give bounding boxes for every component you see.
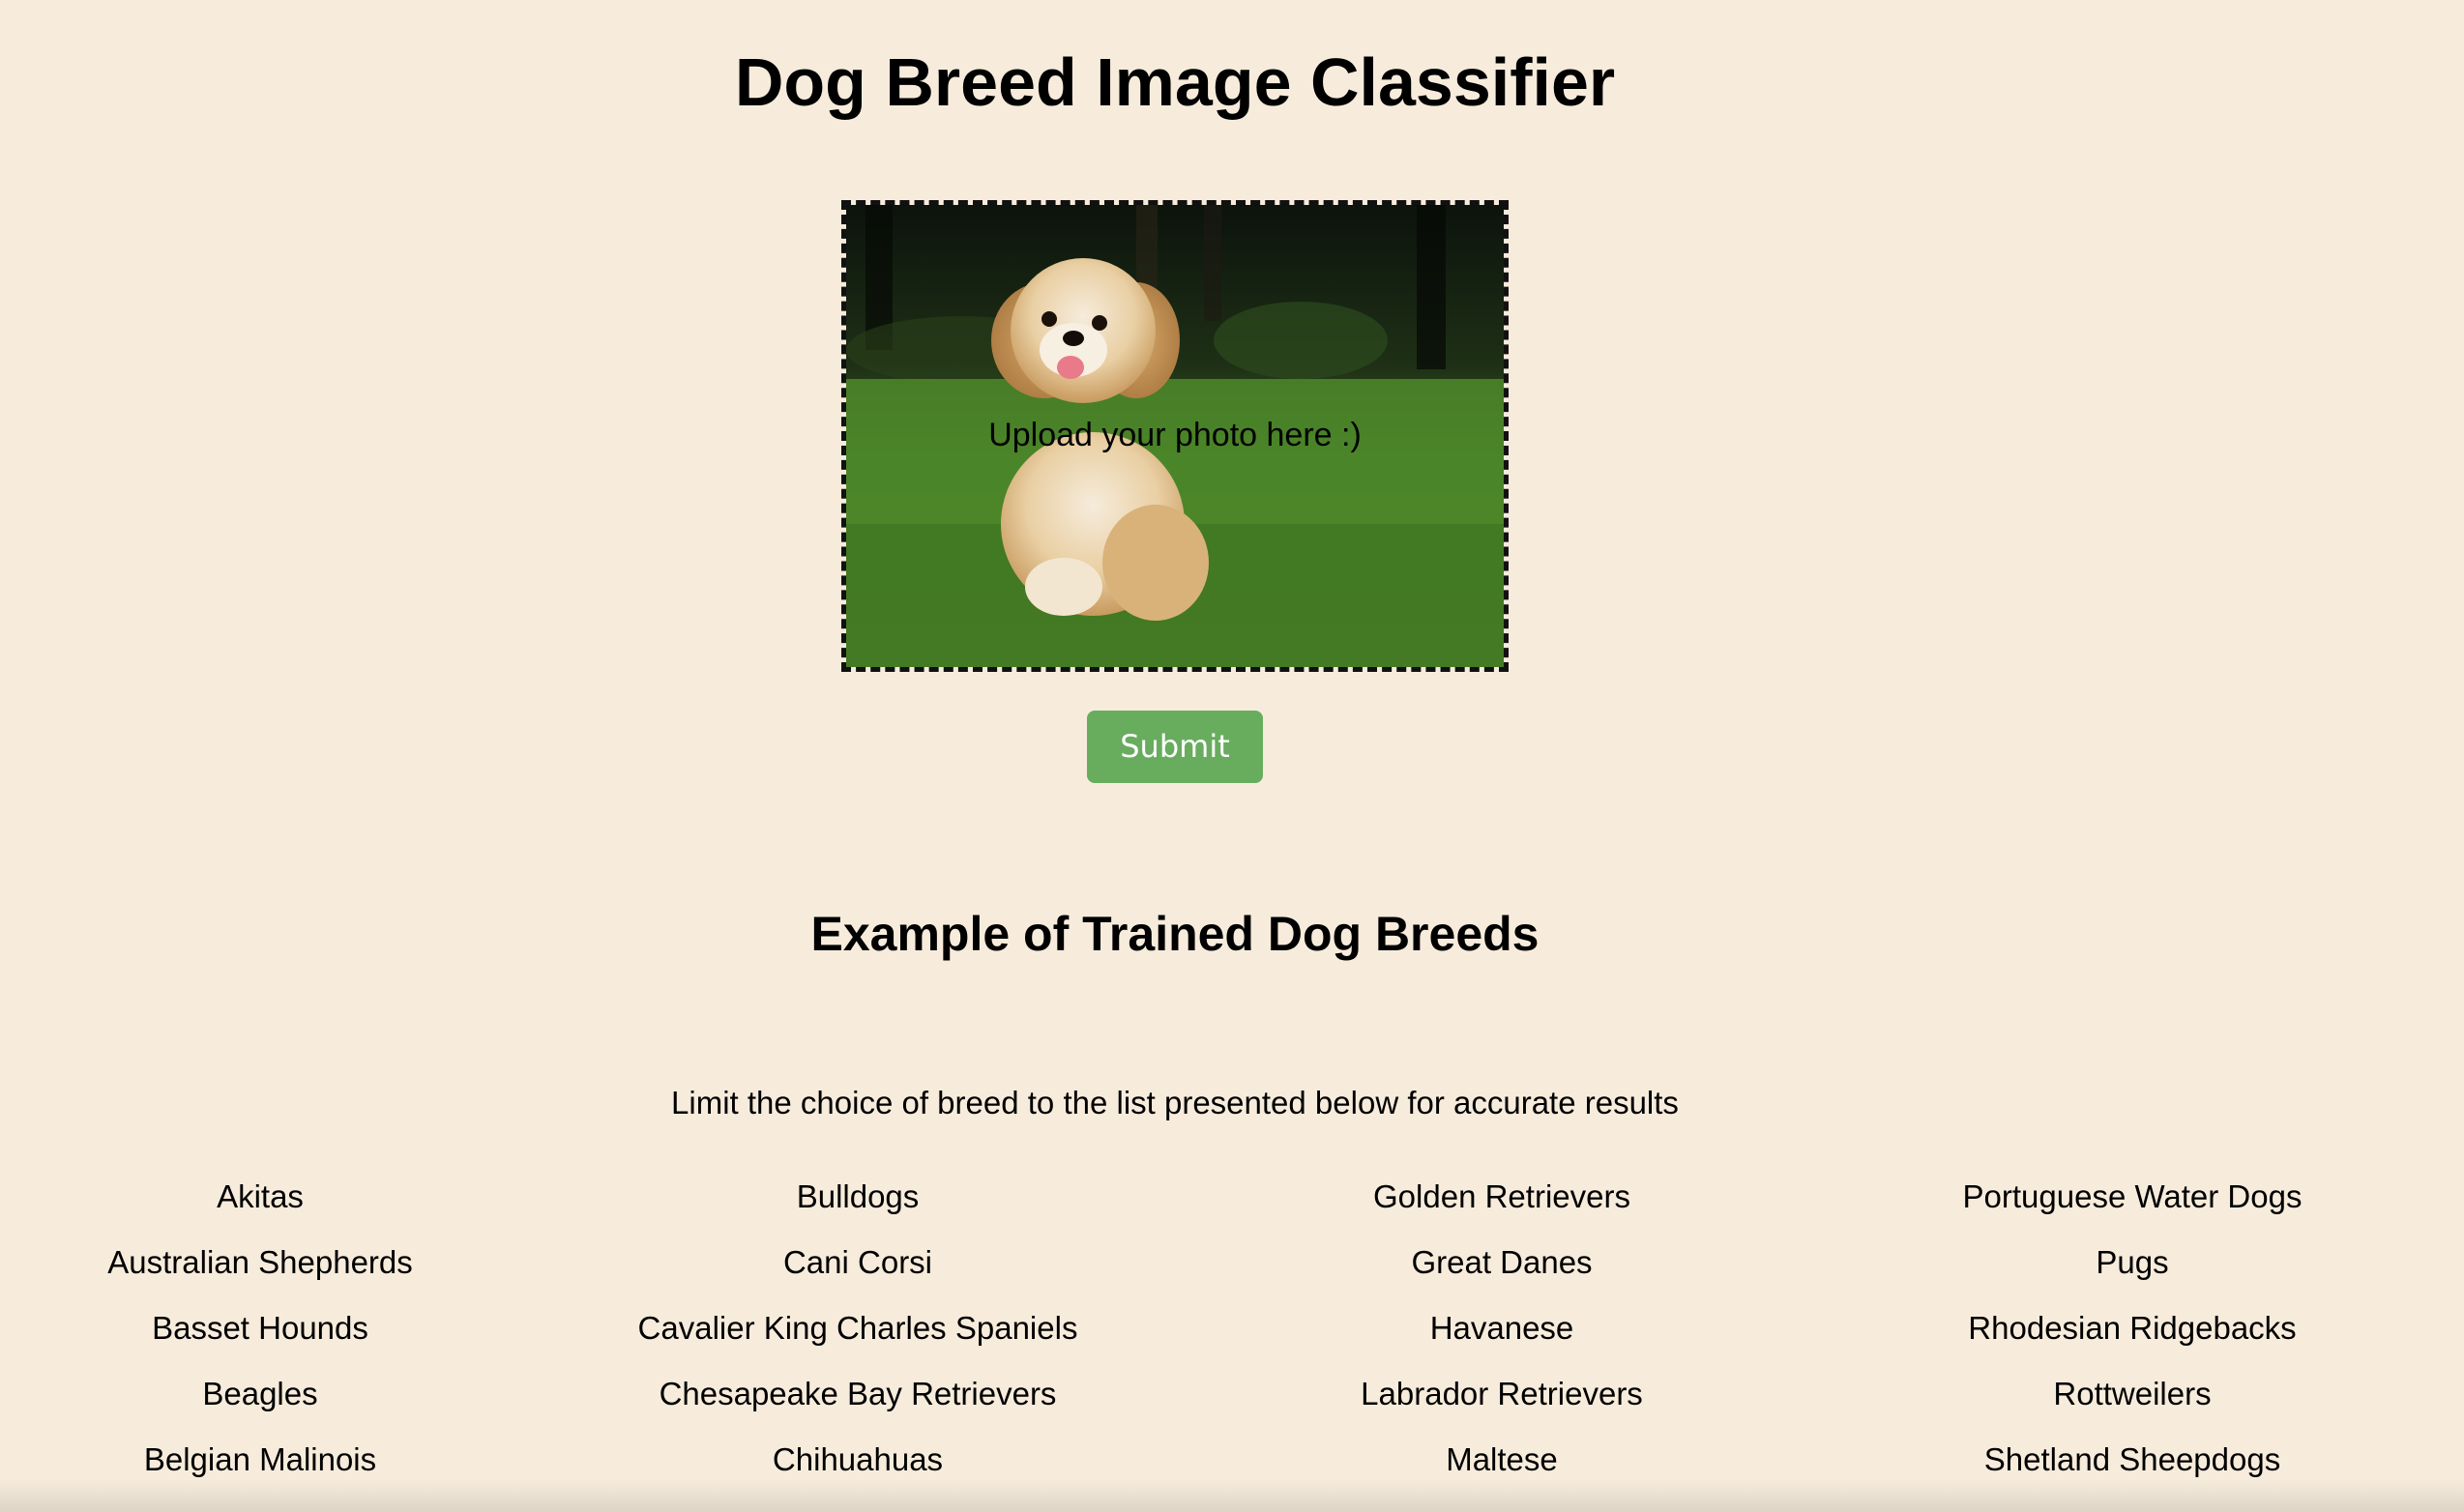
- breed-column: Bulldogs Cani Corsi Cavalier King Charle…: [519, 1178, 1196, 1506]
- breed-column: Golden Retrievers Great Danes Havanese L…: [1163, 1178, 1840, 1506]
- breed-item: Belgian Malinois: [143, 1441, 377, 1477]
- breed-item: Cavalier King Charles Spaniels: [637, 1310, 1078, 1346]
- breed-item: Australian Shepherds: [107, 1244, 413, 1280]
- breed-item: Chihuahuas: [772, 1441, 944, 1477]
- breed-column: Akitas Australian Shepherds Basset Hound…: [0, 1178, 599, 1506]
- breed-item: Rhodesian Ridgebacks: [1968, 1310, 2297, 1346]
- breed-item: Rottweilers: [2053, 1376, 2212, 1411]
- page-title: Dog Breed Image Classifier: [734, 44, 1616, 120]
- breed-item: Shetland Sheepdogs: [1983, 1441, 2281, 1477]
- section-title: Example of Trained Dog Breeds: [810, 907, 1540, 961]
- breed-column: Portuguese Water Dogs Pugs Rhodesian Rid…: [1794, 1178, 2464, 1506]
- breed-item: Portuguese Water Dogs: [1962, 1178, 2303, 1214]
- breed-item: Cani Corsi: [782, 1244, 933, 1280]
- breed-item: Beagles: [202, 1376, 318, 1411]
- breed-item: Akitas: [217, 1178, 304, 1214]
- breed-item: Basset Hounds: [152, 1310, 368, 1346]
- breed-item: Pugs: [2096, 1244, 2169, 1280]
- instruction-text: Limit the choice of breed to the list pr…: [671, 1085, 1679, 1120]
- breed-item: Bulldogs: [796, 1178, 920, 1214]
- upload-label: Upload your photo here :): [988, 417, 1362, 453]
- breed-item: Maltese: [1446, 1441, 1558, 1477]
- breed-item: Labrador Retrievers: [1361, 1376, 1643, 1411]
- photo-upload-area[interactable]: Upload your photo here :): [841, 200, 1509, 672]
- breed-item: Chesapeake Bay Retrievers: [659, 1376, 1057, 1411]
- breed-item: Golden Retrievers: [1373, 1178, 1630, 1214]
- breed-item: Great Danes: [1411, 1244, 1593, 1280]
- breed-item: Havanese: [1429, 1310, 1574, 1346]
- submit-button[interactable]: Submit: [1087, 711, 1263, 783]
